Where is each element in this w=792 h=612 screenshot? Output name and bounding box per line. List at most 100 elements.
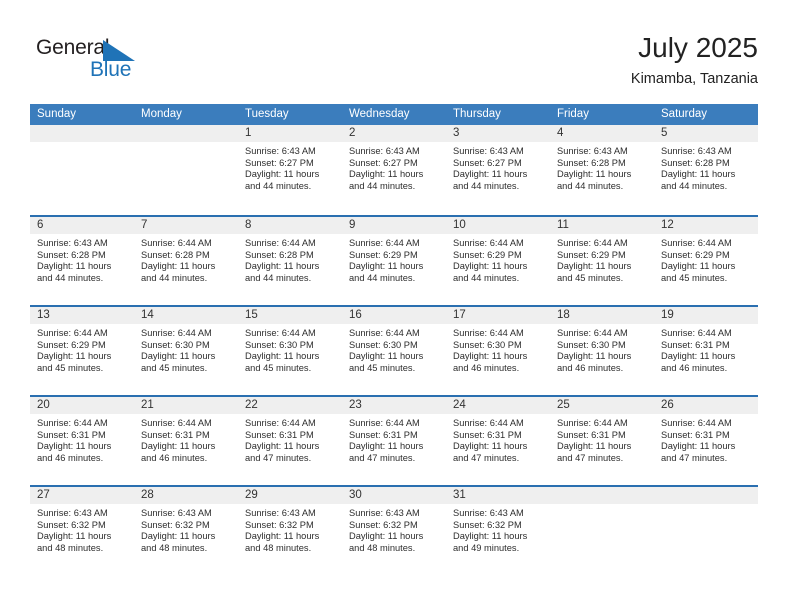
daylight-text-line2: and 45 minutes. [349, 362, 416, 373]
calendar-day-cell[interactable]: 6 Sunrise: 6:43 AM Sunset: 6:28 PM Daylight… [30, 217, 134, 305]
day-details: Sunrise: 6:44 AM Sunset: 6:31 PM Daylight:… [654, 414, 758, 464]
calendar-day-cell[interactable]: 24 Sunrise: 6:44 AM Sunset: 6:31 PM Dayligh… [446, 397, 550, 485]
calendar-day-cell[interactable]: 10 Sunrise: 6:44 AM Sunset: 6:29 PM Dayligh… [446, 217, 550, 305]
sunset-text: Sunset: 6:32 PM [245, 519, 314, 530]
daylight-text-line1: Daylight: 11 hours [245, 351, 320, 362]
weekday-header-thursday: Thursday [453, 108, 501, 120]
sunset-text: Sunset: 6:30 PM [557, 339, 626, 350]
sunrise-text: Sunrise: 6:44 AM [37, 418, 108, 428]
daylight-text-line2: and 47 minutes. [245, 452, 312, 463]
calendar-day-cell[interactable]: 8 Sunrise: 6:44 AM Sunset: 6:28 PM Daylight… [238, 217, 342, 305]
calendar-day-cell[interactable]: 1 Sunrise: 6:43 AM Sunset: 6:27 PM Daylight… [238, 125, 342, 213]
calendar-week-row: 27 Sunrise: 6:43 AM Sunset: 6:32 PM Dayligh… [30, 485, 758, 575]
calendar-day-cell[interactable]: 2 Sunrise: 6:43 AM Sunset: 6:27 PM Daylight… [342, 125, 446, 213]
calendar-day-cell[interactable]: 13 Sunrise: 6:44 AM Sunset: 6:29 PM Dayligh… [30, 307, 134, 395]
logo-text-blue: Blue [90, 58, 132, 81]
calendar-day-cell[interactable]: 22 Sunrise: 6:44 AM Sunset: 6:31 PM Dayligh… [238, 397, 342, 485]
day-number: 9 [342, 217, 446, 234]
sunset-text: Sunset: 6:27 PM [349, 157, 418, 168]
day-number: 16 [342, 307, 446, 324]
sunset-text: Sunset: 6:32 PM [349, 519, 418, 530]
daylight-text-line2: and 47 minutes. [557, 452, 624, 463]
calendar-day-cell[interactable]: 30 Sunrise: 6:43 AM Sunset: 6:32 PM Dayligh… [342, 487, 446, 575]
daylight-text-line1: Daylight: 11 hours [245, 261, 320, 272]
day-number: 12 [654, 217, 758, 234]
sunrise-text: Sunrise: 6:44 AM [557, 328, 628, 338]
sunset-text: Sunset: 6:29 PM [453, 249, 522, 260]
calendar-day-cell[interactable]: 4 Sunrise: 6:43 AM Sunset: 6:28 PM Daylight… [550, 125, 654, 213]
day-details: Sunrise: 6:43 AM Sunset: 6:32 PM Daylight:… [342, 504, 446, 554]
day-details: Sunrise: 6:44 AM Sunset: 6:28 PM Daylight:… [238, 234, 342, 284]
sunrise-text: Sunrise: 6:44 AM [453, 238, 524, 248]
weekday-header-monday: Monday [141, 108, 182, 120]
calendar-day-cell[interactable]: 5 Sunrise: 6:43 AM Sunset: 6:28 PM Daylight… [654, 125, 758, 213]
daylight-text-line2: and 46 minutes. [661, 362, 728, 373]
sunrise-text: Sunrise: 6:44 AM [349, 328, 420, 338]
calendar-weeks: 1 Sunrise: 6:43 AM Sunset: 6:27 PM Daylight… [30, 125, 758, 575]
daylight-text-line1: Daylight: 11 hours [141, 441, 216, 452]
sunset-text: Sunset: 6:28 PM [557, 157, 626, 168]
daylight-text-line1: Daylight: 11 hours [141, 351, 216, 362]
calendar-day-cell[interactable]: 17 Sunrise: 6:44 AM Sunset: 6:30 PM Dayligh… [446, 307, 550, 395]
calendar-day-cell[interactable]: 19 Sunrise: 6:44 AM Sunset: 6:31 PM Dayligh… [654, 307, 758, 395]
sunrise-text: Sunrise: 6:43 AM [557, 146, 628, 156]
day-details: Sunrise: 6:43 AM Sunset: 6:32 PM Daylight:… [446, 504, 550, 554]
daylight-text-line1: Daylight: 11 hours [349, 531, 424, 542]
daylight-text-line1: Daylight: 11 hours [349, 261, 424, 272]
calendar-day-cell[interactable]: 7 Sunrise: 6:44 AM Sunset: 6:28 PM Daylight… [134, 217, 238, 305]
calendar-day-cell[interactable]: 31 Sunrise: 6:43 AM Sunset: 6:32 PM Dayligh… [446, 487, 550, 575]
sunrise-text: Sunrise: 6:43 AM [453, 508, 524, 518]
calendar-week-row: 6 Sunrise: 6:43 AM Sunset: 6:28 PM Daylight… [30, 215, 758, 305]
day-number: 23 [342, 397, 446, 414]
sunset-text: Sunset: 6:29 PM [349, 249, 418, 260]
calendar-day-cell[interactable]: 3 Sunrise: 6:43 AM Sunset: 6:27 PM Daylight… [446, 125, 550, 213]
calendar-day-cell[interactable]: 16 Sunrise: 6:44 AM Sunset: 6:30 PM Dayligh… [342, 307, 446, 395]
daylight-text-line2: and 44 minutes. [349, 272, 416, 283]
day-number [654, 487, 758, 504]
sunrise-text: Sunrise: 6:43 AM [661, 146, 732, 156]
calendar-day-cell[interactable]: 27 Sunrise: 6:43 AM Sunset: 6:32 PM Dayligh… [30, 487, 134, 575]
logo-text-general: General [36, 36, 110, 59]
day-details: Sunrise: 6:43 AM Sunset: 6:28 PM Daylight:… [654, 142, 758, 192]
day-number: 29 [238, 487, 342, 504]
day-number: 28 [134, 487, 238, 504]
calendar-day-cell[interactable]: 26 Sunrise: 6:44 AM Sunset: 6:31 PM Dayligh… [654, 397, 758, 485]
day-number [134, 125, 238, 142]
page-title: July 2025 [638, 32, 758, 63]
calendar-day-cell[interactable]: 25 Sunrise: 6:44 AM Sunset: 6:31 PM Dayligh… [550, 397, 654, 485]
day-number: 20 [30, 397, 134, 414]
sunrise-text: Sunrise: 6:44 AM [245, 238, 316, 248]
day-details: Sunrise: 6:44 AM Sunset: 6:31 PM Daylight:… [654, 324, 758, 374]
daylight-text-line1: Daylight: 11 hours [661, 261, 736, 272]
day-number: 7 [134, 217, 238, 234]
sunrise-text: Sunrise: 6:44 AM [453, 328, 524, 338]
day-number: 24 [446, 397, 550, 414]
day-number: 3 [446, 125, 550, 142]
sunrise-text: Sunrise: 6:44 AM [245, 328, 316, 338]
weekday-header-tuesday: Tuesday [245, 108, 289, 120]
sunset-text: Sunset: 6:30 PM [141, 339, 210, 350]
general-blue-logo[interactable]: General Blue [36, 36, 156, 84]
sunset-text: Sunset: 6:31 PM [453, 429, 522, 440]
daylight-text-line1: Daylight: 11 hours [453, 531, 528, 542]
day-number: 27 [30, 487, 134, 504]
calendar-day-cell[interactable]: 9 Sunrise: 6:44 AM Sunset: 6:29 PM Daylight… [342, 217, 446, 305]
day-details: Sunrise: 6:44 AM Sunset: 6:30 PM Daylight:… [134, 324, 238, 374]
calendar-day-cell[interactable]: 18 Sunrise: 6:44 AM Sunset: 6:30 PM Dayligh… [550, 307, 654, 395]
calendar-day-cell[interactable]: 14 Sunrise: 6:44 AM Sunset: 6:30 PM Dayligh… [134, 307, 238, 395]
calendar-day-cell[interactable]: 11 Sunrise: 6:44 AM Sunset: 6:29 PM Dayligh… [550, 217, 654, 305]
day-details: Sunrise: 6:44 AM Sunset: 6:31 PM Daylight:… [30, 414, 134, 464]
calendar-day-cell[interactable]: 20 Sunrise: 6:44 AM Sunset: 6:31 PM Dayligh… [30, 397, 134, 485]
sunrise-text: Sunrise: 6:44 AM [349, 238, 420, 248]
calendar-day-cell[interactable]: 29 Sunrise: 6:43 AM Sunset: 6:32 PM Dayligh… [238, 487, 342, 575]
daylight-text-line2: and 44 minutes. [245, 180, 312, 191]
calendar-day-cell[interactable]: 28 Sunrise: 6:43 AM Sunset: 6:32 PM Dayligh… [134, 487, 238, 575]
calendar-day-cell[interactable]: 12 Sunrise: 6:44 AM Sunset: 6:29 PM Dayligh… [654, 217, 758, 305]
calendar-week-row: 13 Sunrise: 6:44 AM Sunset: 6:29 PM Dayligh… [30, 305, 758, 395]
calendar-day-cell[interactable]: 23 Sunrise: 6:44 AM Sunset: 6:31 PM Dayligh… [342, 397, 446, 485]
day-details: Sunrise: 6:44 AM Sunset: 6:30 PM Daylight:… [550, 324, 654, 374]
calendar-day-cell[interactable]: 21 Sunrise: 6:44 AM Sunset: 6:31 PM Dayligh… [134, 397, 238, 485]
calendar-table: Sunday Monday Tuesday Wednesday Thursday… [30, 104, 758, 575]
daylight-text-line2: and 47 minutes. [661, 452, 728, 463]
calendar-day-cell[interactable]: 15 Sunrise: 6:44 AM Sunset: 6:30 PM Dayligh… [238, 307, 342, 395]
